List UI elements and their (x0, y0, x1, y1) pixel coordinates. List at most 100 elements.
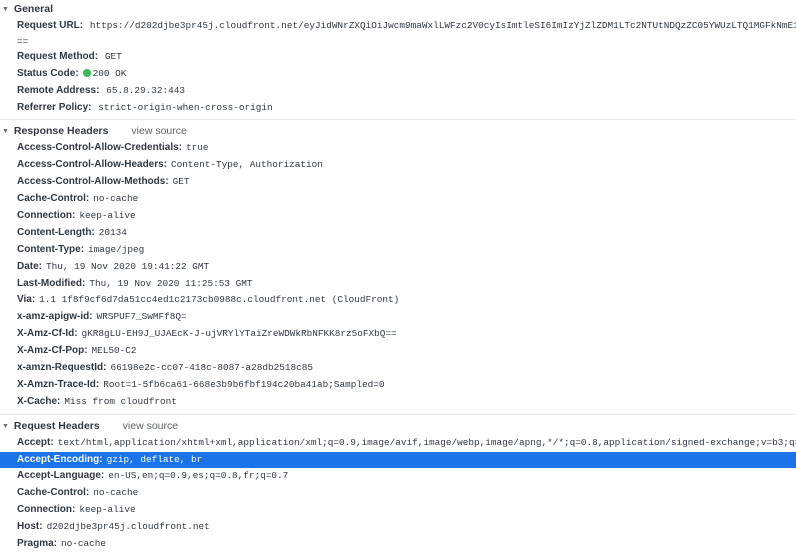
header-row[interactable]: Host: d202djbe3pr45j.cloudfront.net (0, 519, 796, 536)
header-row[interactable]: X-Amz-Cf-Id: gKR8gLU-EH9J_UJAEcK-J-ujVRYl… (0, 326, 796, 343)
header-value: GET (172, 176, 190, 188)
header-value: 20134 (98, 226, 127, 238)
header-row[interactable]: Connection: keep-alive (0, 502, 796, 519)
general-row-status-code[interactable]: Status Code: 200 OK (0, 66, 796, 83)
header-row[interactable]: Content-Length: 20134 (0, 225, 796, 242)
expand-triangle-icon[interactable]: ▼ (2, 418, 11, 436)
header-name: Accept: (17, 436, 54, 448)
header-row[interactable]: Access-Control-Allow-Headers: Content-Typ… (0, 157, 796, 174)
header-name: Date: (17, 260, 43, 272)
header-name: Pragma: (17, 538, 58, 550)
header-name: Request Method: (17, 50, 99, 62)
header-value: 200 OK (92, 67, 127, 79)
header-value: Miss from cloudfront (64, 395, 177, 407)
header-row[interactable]: Accept-Encoding: gzip, deflate, br (0, 451, 796, 469)
header-row[interactable]: Last-Modified: Thu, 19 Nov 2020 11:25:53 … (0, 276, 796, 293)
header-name: X-Amz-Cf-Pop: (17, 345, 88, 357)
header-row[interactable]: Via: 1.1 1f8f9cf6d7da51cc4ed1c2173cb0988c… (0, 292, 796, 309)
header-value: text/html,application/xhtml+xml,applicat… (57, 436, 796, 448)
header-value: 1.1 1f8f9cf6d7da51cc4ed1c2173cb0988c.clo… (39, 294, 400, 306)
header-name: Via: (17, 294, 36, 306)
header-name: Content-Length: (17, 226, 95, 238)
header-row[interactable]: X-Amzn-Trace-Id: Root=1-5fb6ca61-668e3b9b… (0, 377, 796, 394)
header-name: x-amz-apigw-id: (17, 311, 93, 323)
header-value: en-US,en;q=0.9,es;q=0.8,fr;q=0.7 (108, 470, 289, 482)
header-value: GET (104, 50, 122, 62)
header-row[interactable]: x-amz-apigw-id: WRSPUF7_SwMFf8Q= (0, 309, 796, 326)
header-name: Access-Control-Allow-Methods: (17, 176, 169, 188)
header-row[interactable]: Cache-Control: no-cache (0, 485, 796, 502)
header-name: Accept-Language: (17, 470, 105, 482)
request-headers-title: Request Headers (13, 419, 100, 432)
header-value: keep-alive (79, 504, 136, 516)
header-name: Content-Type: (17, 243, 85, 255)
header-value: Content-Type, Authorization (171, 159, 323, 171)
header-value: MEL50-C2 (91, 345, 137, 357)
request-headers-list: Accept: text/html,application/xhtml+xml,a… (0, 435, 796, 553)
response-view-source-link[interactable]: view source (131, 125, 186, 137)
header-value: gzip, deflate, br (106, 453, 203, 465)
request-url-continuation: == (17, 35, 29, 47)
header-name: Cache-Control: (17, 193, 90, 205)
header-row[interactable]: x-amzn-RequestId: 66198e2c-cc07-418c-8087… (0, 360, 796, 377)
general-row-request-method[interactable]: Request Method: GET (0, 49, 796, 66)
header-value: WRSPUF7_SwMFf8Q= (96, 311, 187, 323)
status-ok-icon (82, 68, 91, 77)
header-name: Access-Control-Allow-Headers: (17, 159, 168, 171)
header-value: no-cache (61, 538, 107, 550)
section-divider (0, 119, 796, 121)
header-name: Remote Address: (17, 84, 100, 96)
response-headers-section-header[interactable]: ▼ Response Headers view source (0, 122, 796, 140)
expand-triangle-icon[interactable]: ▼ (2, 1, 11, 19)
header-value: strict-origin-when-cross-origin (98, 101, 273, 113)
header-name: X-Amzn-Trace-Id: (17, 378, 100, 390)
header-value: 65.8.29.32:443 (106, 84, 185, 96)
header-value: no-cache (93, 193, 139, 205)
header-name: Host: (17, 521, 43, 533)
header-name: x-amzn-RequestId: (17, 362, 107, 374)
header-row[interactable]: Content-Type: image/jpeg (0, 242, 796, 259)
section-divider (0, 413, 796, 415)
header-row[interactable]: Cache-Control: no-cache (0, 191, 796, 208)
general-title: General (13, 3, 54, 15)
header-value: Thu, 19 Nov 2020 11:25:53 GMT (89, 277, 253, 289)
header-name: Connection: (17, 504, 76, 516)
header-value: Root=1-5fb6ca61-668e3b9b6fbf194c20ba41ab… (103, 378, 385, 390)
header-name: Status Code: (17, 67, 79, 79)
header-name: Access-Control-Allow-Credentials: (17, 142, 183, 154)
response-headers-title: Response Headers (13, 125, 109, 138)
header-row[interactable]: X-Amz-Cf-Pop: MEL50-C2 (0, 343, 796, 360)
general-row-remote-address[interactable]: Remote Address: 65.8.29.32:443 (0, 83, 796, 100)
header-value: Thu, 19 Nov 2020 19:41:22 GMT (46, 260, 210, 272)
header-name: Connection: (17, 210, 76, 222)
header-row[interactable]: Access-Control-Allow-Methods: GET (0, 174, 796, 191)
header-value: d202djbe3pr45j.cloudfront.net (46, 521, 210, 533)
general-row-referrer-policy[interactable]: Referrer Policy: strict-origin-when-cros… (0, 100, 796, 117)
header-row[interactable]: X-Cache: Miss from cloudfront (0, 394, 796, 411)
header-value: https://d202djbe3pr45j.cloudfront.net/ey… (89, 20, 796, 31)
header-row[interactable]: Accept-Language: en-US,en;q=0.9,es;q=0.8,… (0, 468, 796, 485)
header-row[interactable]: Pragma: no-cache (0, 536, 796, 553)
header-name: X-Cache: (17, 395, 61, 407)
general-section-header[interactable]: ▼ General (0, 0, 796, 18)
expand-triangle-icon[interactable]: ▼ (2, 123, 11, 141)
header-name: Accept-Encoding: (17, 453, 103, 465)
header-row[interactable]: Accept: text/html,application/xhtml+xml,a… (0, 435, 796, 452)
header-value: true (186, 142, 209, 154)
header-row[interactable]: Access-Control-Allow-Credentials: true (0, 140, 796, 157)
header-name: Referrer Policy: (17, 101, 92, 113)
header-value: gKR8gLU-EH9J_UJAEcK-J-ujVRYlYTaiZreWDWkR… (81, 328, 397, 340)
header-name: X-Amz-Cf-Id: (17, 328, 78, 340)
header-name: Cache-Control: (17, 487, 90, 499)
header-value: keep-alive (79, 210, 136, 222)
header-name: Last-Modified: (17, 277, 86, 289)
request-headers-section-header[interactable]: ▼ Request Headers view source (0, 417, 796, 435)
header-value: image/jpeg (88, 243, 145, 255)
header-row[interactable]: Connection: keep-alive (0, 208, 796, 225)
header-row[interactable]: Date: Thu, 19 Nov 2020 19:41:22 GMT (0, 259, 796, 276)
request-view-source-link[interactable]: view source (123, 420, 178, 432)
header-value: no-cache (93, 487, 139, 499)
general-row-request-url[interactable]: Request URL: https://d202djbe3pr45j.clou… (0, 18, 796, 35)
response-headers-list: Access-Control-Allow-Credentials: true Acc… (0, 140, 796, 410)
header-value: 66198e2c-cc07-418c-8087-a28db2518c85 (110, 362, 313, 374)
